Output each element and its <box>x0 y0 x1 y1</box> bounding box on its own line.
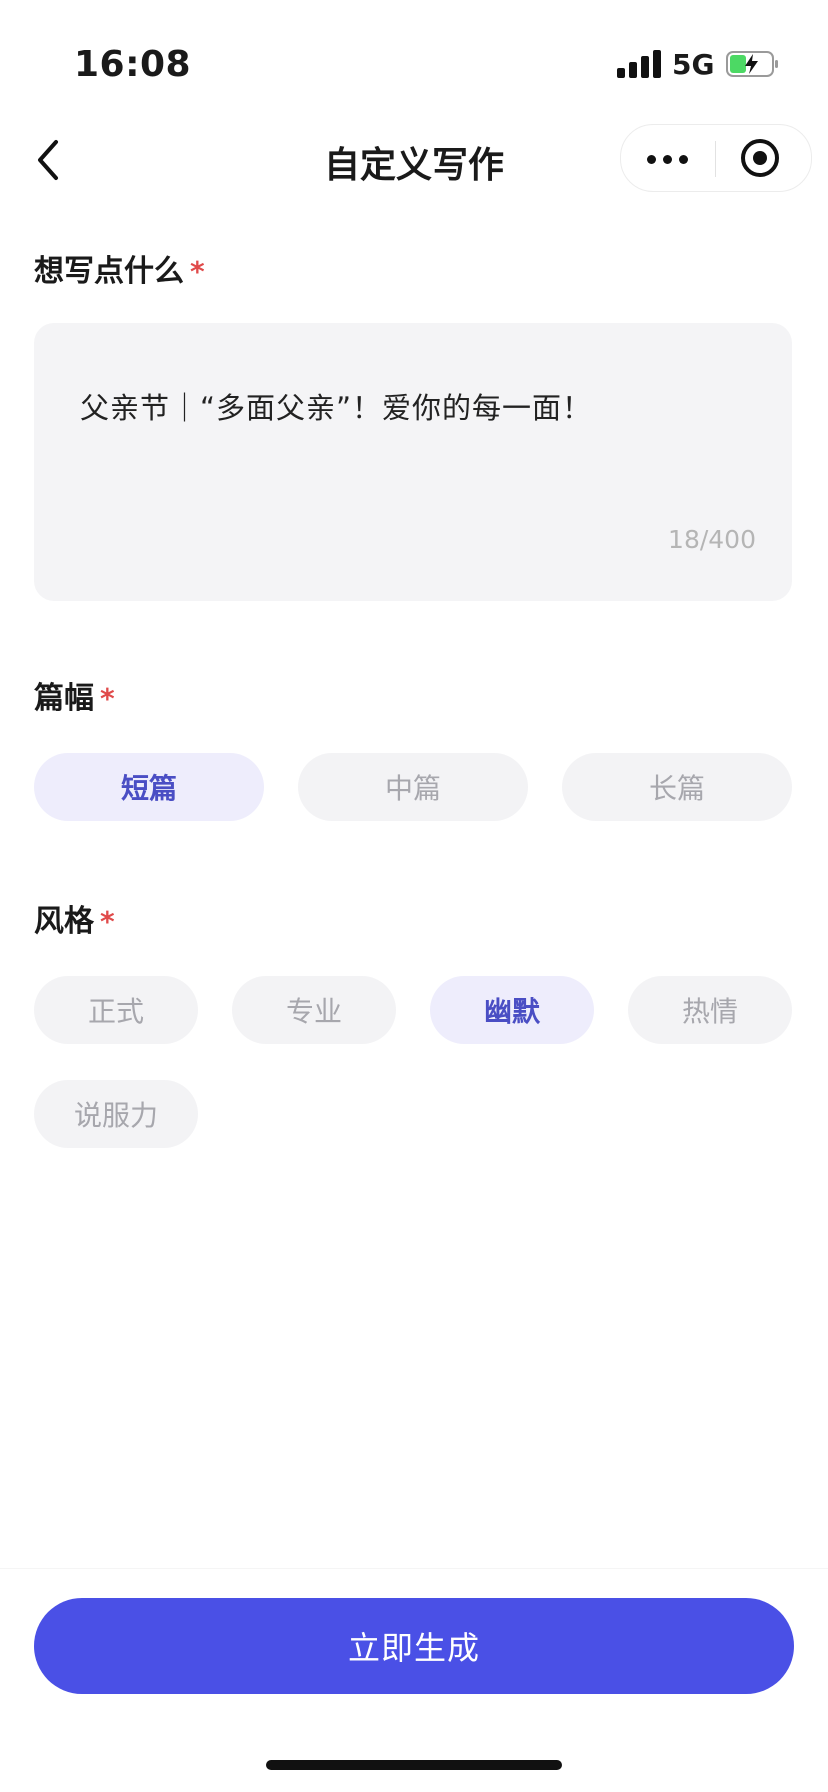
prompt-label: 想写点什么 * <box>34 246 205 290</box>
required-mark: * <box>100 682 115 715</box>
char-counter: 18/400 <box>668 525 756 554</box>
more-button[interactable] <box>621 125 715 191</box>
mini-program-capsule <box>620 124 812 192</box>
style-option-professional[interactable]: 专业 <box>232 976 396 1044</box>
status-bar: 16:08 5G <box>0 0 828 110</box>
style-option-humorous[interactable]: 幽默 <box>430 976 594 1044</box>
style-label: 风格 * <box>34 896 115 940</box>
generate-button[interactable]: 立即生成 <box>34 1598 794 1694</box>
home-indicator <box>266 1760 562 1770</box>
required-mark: * <box>100 905 115 938</box>
length-option-long[interactable]: 长篇 <box>562 753 792 821</box>
required-mark: * <box>190 255 205 288</box>
length-option-short[interactable]: 短篇 <box>34 753 264 821</box>
style-option-persuasive[interactable]: 说服力 <box>34 1080 198 1148</box>
capsule-divider <box>715 141 716 177</box>
target-circle-icon <box>741 139 779 177</box>
length-label: 篇幅 * <box>34 673 115 717</box>
prompt-textarea[interactable]: 父亲节｜“多面父亲”！爱你的每一面！ 18/400 <box>34 323 792 601</box>
status-time: 16:08 <box>74 44 192 85</box>
length-option-medium[interactable]: 中篇 <box>298 753 528 821</box>
style-label-text: 风格 <box>34 904 94 939</box>
battery-charging-icon <box>726 51 778 77</box>
footer-divider <box>0 1568 828 1569</box>
length-label-text: 篇幅 <box>34 681 94 716</box>
network-type: 5G <box>672 48 715 81</box>
prompt-text: 父亲节｜“多面父亲”！爱你的每一面！ <box>80 391 593 425</box>
close-miniprogram-button[interactable] <box>717 125 811 191</box>
signal-icon <box>617 48 661 78</box>
style-option-passionate[interactable]: 热情 <box>628 976 792 1044</box>
style-option-formal[interactable]: 正式 <box>34 976 198 1044</box>
prompt-label-text: 想写点什么 <box>34 254 184 289</box>
